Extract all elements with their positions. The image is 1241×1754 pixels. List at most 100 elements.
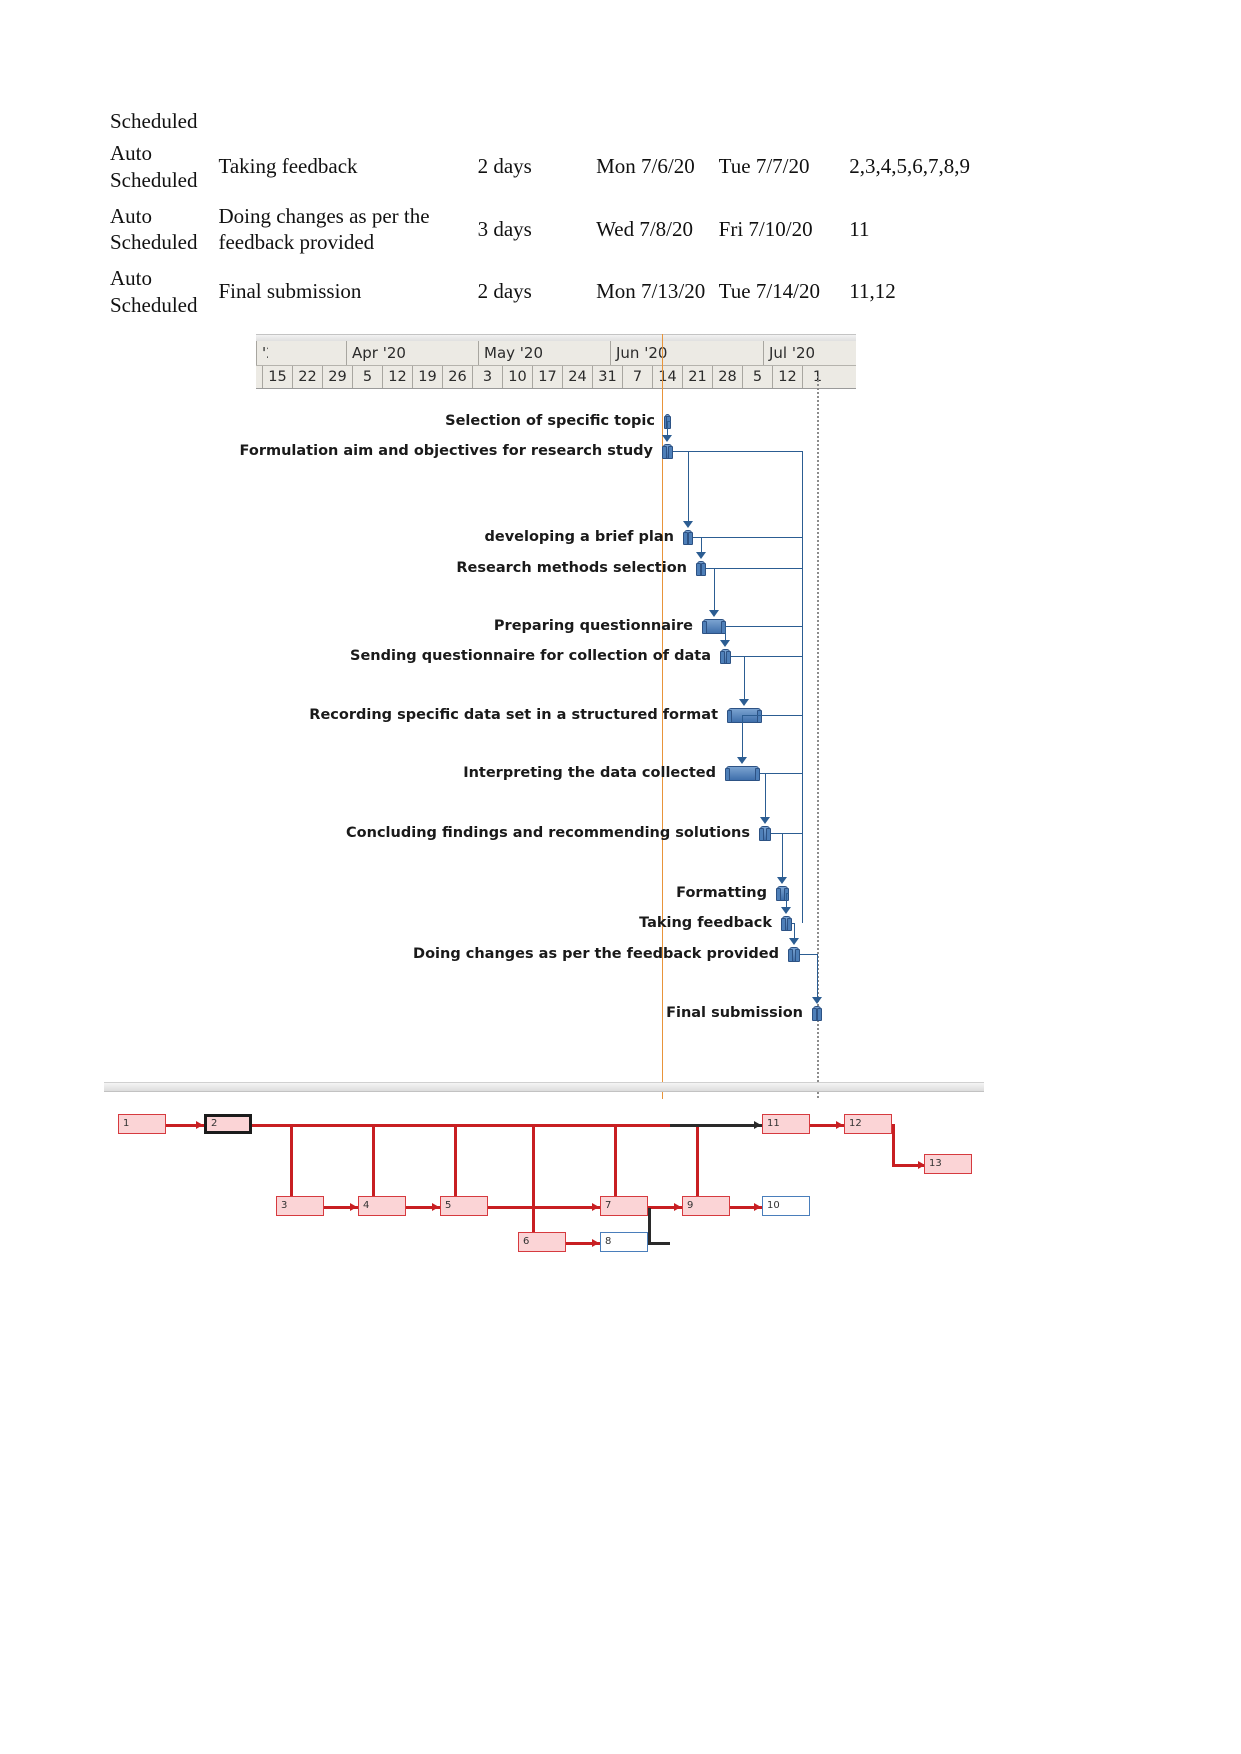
gantt-body: Selection of specific topic Formulation a…: [240, 334, 856, 1099]
gantt-link-arrow-icon: [789, 938, 799, 945]
gantt-chart: '20Apr '20May '20Jun '20Jul '20 15222951…: [240, 334, 856, 1099]
gantt-day-cell: 26: [442, 366, 472, 388]
gantt-day-cell: 29: [322, 366, 352, 388]
network-node-3[interactable]: 3: [276, 1196, 324, 1216]
gantt-month-cell: Apr '20: [346, 341, 478, 365]
cell-finish: Tue 7/7/20: [718, 154, 810, 179]
network-node-9[interactable]: 9: [682, 1196, 730, 1216]
gantt-day-cell: 17: [532, 366, 562, 388]
network-edge: [532, 1124, 535, 1242]
cell-name: Taking feedback: [218, 154, 358, 179]
cell-start: Wed 7/8/20: [596, 216, 694, 241]
gantt-link-arrow-icon: [737, 757, 747, 764]
cell-name: [218, 104, 477, 136]
gantt-link-arrow-icon: [709, 610, 719, 617]
gantt-bar[interactable]: [702, 619, 726, 634]
gantt-bar[interactable]: [696, 561, 706, 576]
cell-finish: Fri 7/10/20: [718, 216, 813, 241]
network-edge: [892, 1124, 895, 1164]
gantt-day-cell: 12: [382, 366, 412, 388]
gantt-month-cell: May '20: [478, 341, 610, 365]
gantt-feed-trunk: [802, 451, 803, 923]
gantt-task-label: Preparing questionnaire: [493, 618, 693, 634]
gantt-link-segment: [786, 893, 787, 908]
gantt-task-label: Selection of specific topic: [445, 413, 655, 429]
gantt-link-segment: [714, 568, 715, 611]
gantt-day-cell: 7: [622, 366, 652, 388]
gantt-bar[interactable]: [662, 444, 673, 459]
gantt-link-segment: [701, 537, 702, 553]
gantt-bar[interactable]: [725, 766, 760, 781]
cell-name: Doing changes as per the feedback provid…: [218, 203, 430, 254]
gantt-task-row: Taking feedback: [256, 913, 856, 933]
gantt-task-label: Interpreting the data collected: [463, 765, 716, 781]
table-row: Scheduled: [110, 104, 1010, 136]
network-arrow-icon: [754, 1203, 761, 1211]
network-diagram: 1 2 3 4 5 6 7 8 9 10 11 12 13: [104, 1082, 984, 1262]
gantt-task-label: Research methods selection: [456, 560, 687, 576]
network-arrow-icon: [754, 1121, 761, 1129]
network-node-4[interactable]: 4: [358, 1196, 406, 1216]
network-node-11[interactable]: 11: [762, 1114, 810, 1134]
network-node-13[interactable]: 13: [924, 1154, 972, 1174]
network-canvas: 1 2 3 4 5 6 7 8 9 10 11 12 13: [104, 1092, 984, 1262]
cell-finish: [719, 104, 850, 136]
network-node-8[interactable]: 8: [600, 1232, 648, 1252]
network-edge: [290, 1124, 293, 1206]
gantt-bar[interactable]: [759, 826, 771, 841]
gantt-link-segment: [688, 451, 689, 522]
gantt-feed-link: [693, 537, 802, 538]
gantt-task-row: Concluding findings and recommending sol…: [256, 823, 856, 843]
network-edge: [614, 1124, 617, 1206]
gantt-day-cell: 5: [742, 366, 772, 388]
gantt-link-arrow-icon: [812, 997, 822, 1004]
gantt-timeline-header: '20Apr '20May '20Jun '20Jul '20 15222951…: [256, 341, 856, 389]
gantt-day-cell: 12: [772, 366, 802, 388]
gantt-link-arrow-icon: [760, 817, 770, 824]
network-edge: [648, 1242, 670, 1245]
gantt-day-cell: 15: [262, 366, 292, 388]
gantt-feed-link: [771, 833, 802, 834]
gantt-link-arrow-icon: [720, 640, 730, 647]
gantt-task-row: Doing changes as per the feedback provid…: [256, 944, 856, 964]
cell-start: [596, 104, 719, 136]
network-node-12[interactable]: 12: [844, 1114, 892, 1134]
gantt-link-segment: [742, 715, 743, 758]
gantt-bar[interactable]: [781, 916, 792, 931]
network-arrow-icon: [196, 1121, 203, 1129]
gantt-link-segment: [800, 954, 817, 955]
cell-predecessors: 2,3,4,5,6,7,8,9: [849, 154, 970, 179]
gantt-day-cell: 10: [502, 366, 532, 388]
gantt-link-arrow-icon: [683, 521, 693, 528]
gantt-day-row: 15 22 29 5 12 19 26 3 10 17 24 31 7 14 21 28 5 12 1: [256, 366, 856, 388]
gantt-task-label: Taking feedback: [639, 915, 772, 931]
gantt-bar[interactable]: [788, 947, 800, 962]
network-node-5[interactable]: 5: [440, 1196, 488, 1216]
table-row: Auto Scheduled Taking feedback 2 days Mo…: [110, 136, 1010, 199]
network-arrow-icon: [592, 1203, 599, 1211]
network-node-1[interactable]: 1: [118, 1114, 166, 1134]
network-node-2[interactable]: 2: [204, 1114, 252, 1134]
cell-duration: 2 days: [477, 154, 532, 179]
cell-name: Final submission: [218, 279, 362, 304]
network-top-bar: [104, 1082, 984, 1092]
gantt-day-cell: 14: [652, 366, 682, 388]
network-node-6[interactable]: 6: [518, 1232, 566, 1252]
network-arrow-icon: [592, 1239, 599, 1247]
gantt-feed-link: [731, 656, 802, 657]
network-edge: [488, 1206, 600, 1209]
network-node-10[interactable]: 10: [762, 1196, 810, 1216]
gantt-bar[interactable]: [683, 530, 693, 545]
gantt-feed-link: [762, 715, 802, 716]
gantt-link-arrow-icon: [781, 907, 791, 914]
gantt-link-arrow-icon: [696, 552, 706, 559]
cell-duration: 3 days: [477, 216, 532, 241]
gantt-day-cell: 5: [352, 366, 382, 388]
network-node-7[interactable]: 7: [600, 1196, 648, 1216]
gantt-bar[interactable]: [812, 1006, 822, 1021]
gantt-day-cell: 24: [562, 366, 592, 388]
gantt-link-segment: [742, 715, 762, 716]
gantt-month-cell: Jun '20: [610, 341, 742, 365]
gantt-bar[interactable]: [720, 649, 731, 664]
gantt-link-arrow-icon: [777, 877, 787, 884]
